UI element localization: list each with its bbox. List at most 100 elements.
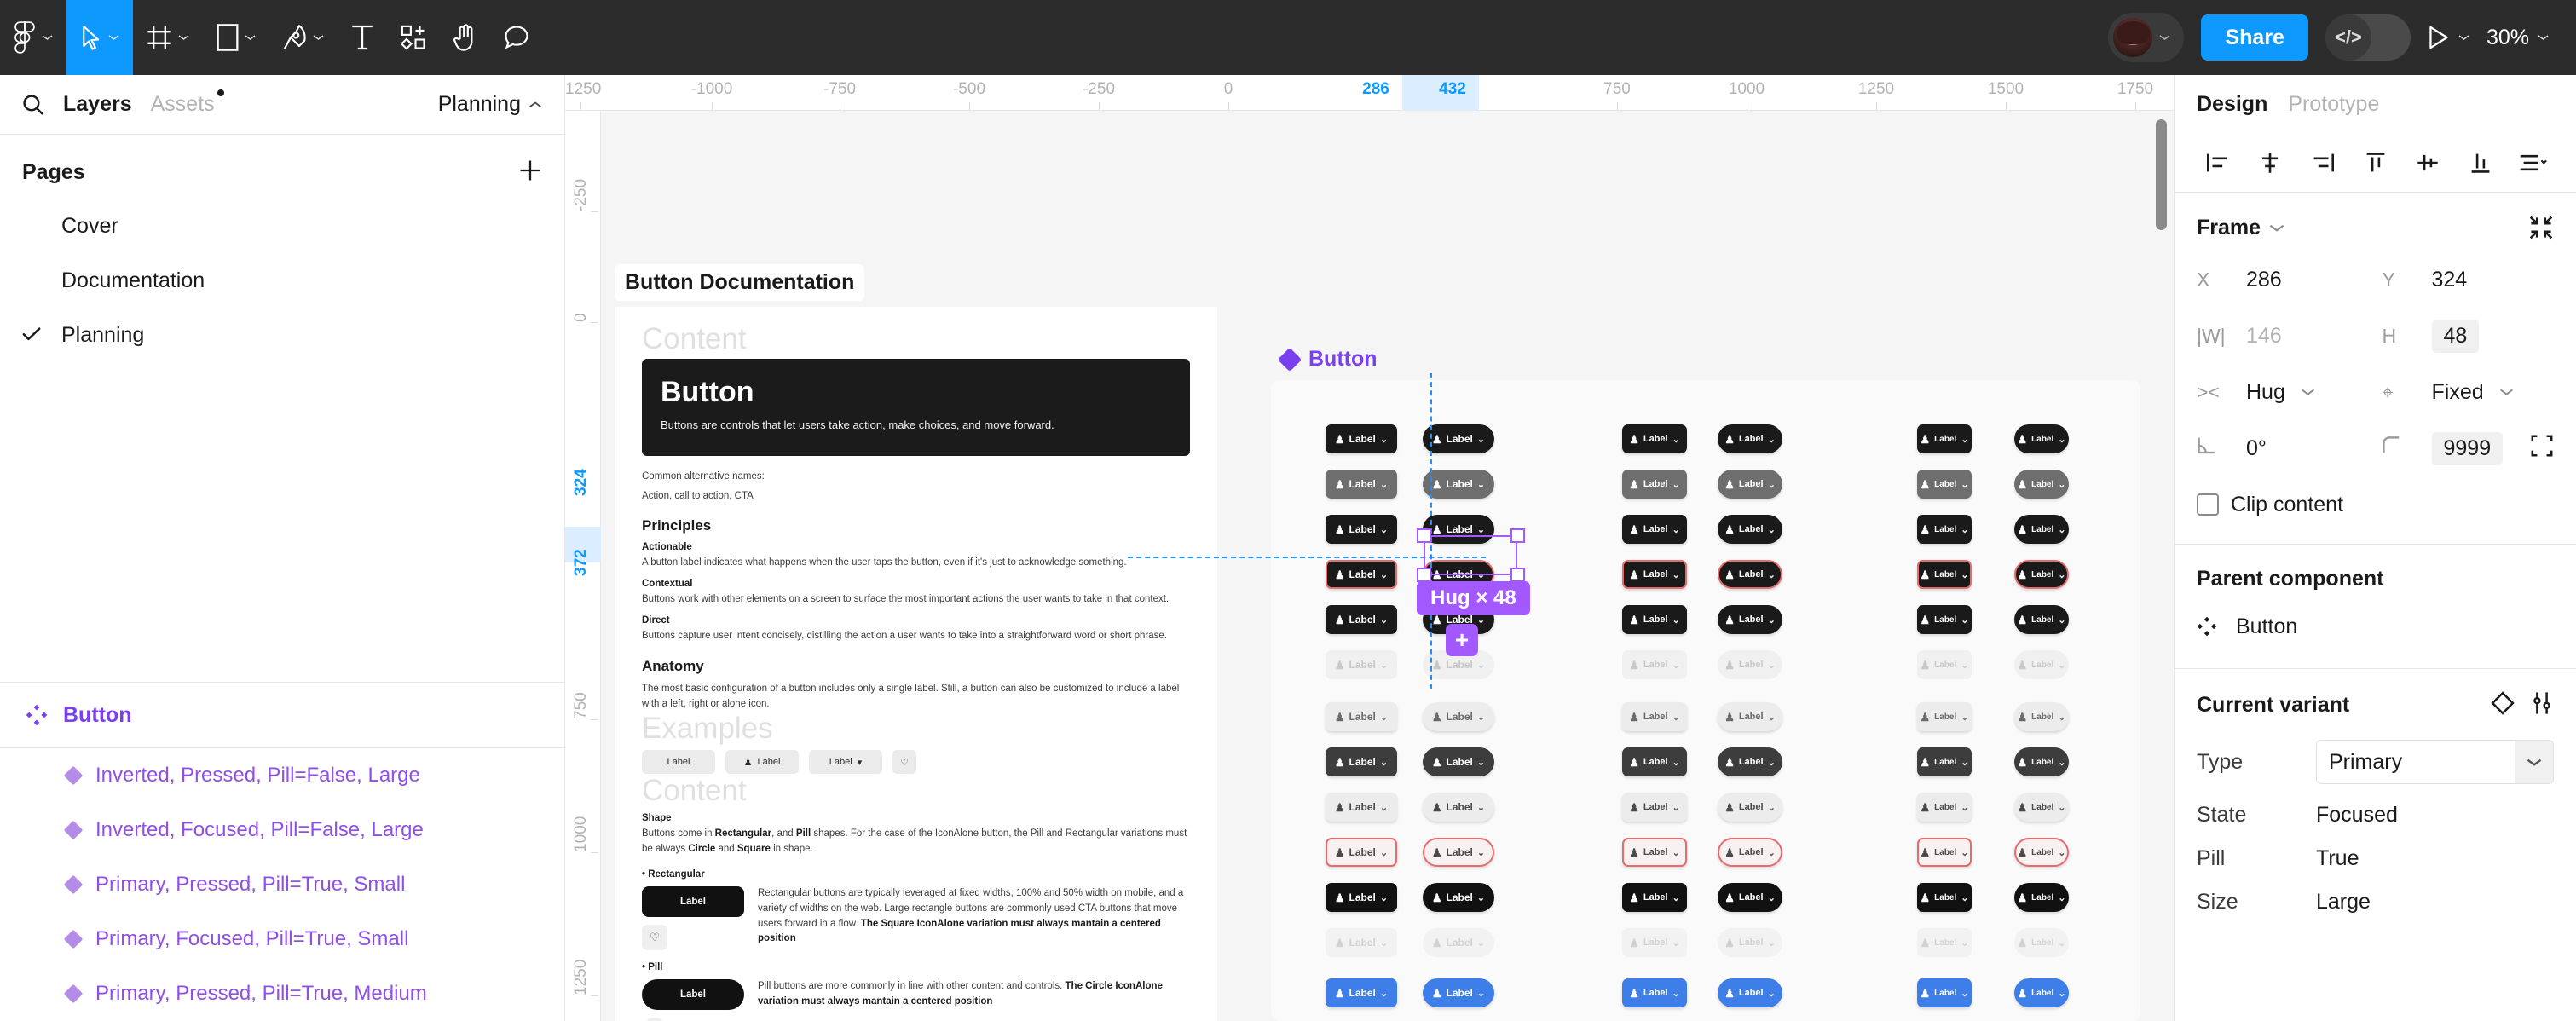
add-variant-button[interactable]: + [1446,624,1478,656]
component-tool-icon[interactable] [387,0,440,75]
rotation-property[interactable]: 0° [2197,430,2369,467]
share-button[interactable]: Share [2201,14,2308,61]
variant-button[interactable]: ♟ Label ⌄ [2014,560,2069,589]
align-top-icon[interactable] [2349,143,2402,182]
corner-radius-property[interactable]: 9999 [2382,430,2555,467]
example-button[interactable]: ♟ Label [725,750,799,775]
horizontal-resize-property[interactable]: >< Hug [2197,373,2369,411]
variant-button[interactable]: ♟ Label ⌄ [1718,515,1782,544]
variant-button[interactable]: ♟ Label ⌄ [1917,470,1972,499]
layer-variant[interactable]: Primary, Pressed, Pill=True, Small [0,857,564,912]
layer-variant[interactable]: Primary, Focused, Pill=True, Small [0,912,564,966]
variant-select-type[interactable]: Primary [2316,740,2554,784]
variant-button[interactable]: ♟ Label ⌄ [1423,702,1494,731]
variant-button[interactable]: ♟ Label ⌄ [1718,702,1782,731]
design-canvas[interactable]: Button Documentation Content Button Butt… [565,75,2174,1021]
variant-button[interactable]: ♟ Label ⌄ [1622,702,1687,731]
variant-button[interactable]: ♟ Label ⌄ [1917,515,1972,544]
variant-button[interactable]: ♟ Label ⌄ [1718,978,1782,1007]
variant-button[interactable]: ♟ Label ⌄ [1917,928,1972,957]
variant-button[interactable]: ♟ Label ⌄ [1326,838,1397,867]
variant-button[interactable]: ♟ Label ⌄ [1917,978,1972,1007]
variant-button[interactable]: ♟ Label ⌄ [2014,515,2069,544]
layer-variant[interactable]: Inverted, Focused, Pill=False, Large [0,803,564,857]
height-property[interactable]: H 48 [2383,317,2555,355]
diamond-icon[interactable] [2491,691,2515,719]
zoom-control[interactable]: 30% [2486,26,2549,50]
variant-button[interactable]: ♟ Label ⌄ [2014,978,2069,1007]
variant-button[interactable]: ♟ Label ⌄ [1622,470,1687,499]
page-item-planning[interactable]: Planning [0,308,564,362]
chevron-down-icon[interactable] [2269,223,2284,233]
variant-value-size[interactable]: Large [2316,890,2554,914]
variant-button[interactable]: ♟ Label ⌄ [1718,838,1782,867]
variant-button[interactable]: ♟ Label ⌄ [2014,793,2069,822]
variant-button[interactable]: ♟ Label ⌄ [1718,928,1782,957]
clip-content-checkbox[interactable] [2197,493,2219,516]
variant-button[interactable]: ♟ Label ⌄ [1622,747,1687,776]
variant-button[interactable]: ♟ Label ⌄ [1326,793,1397,822]
sliders-icon[interactable] [2530,691,2554,719]
ruler-horizontal[interactable]: -1250 -1000 -750 -500 -250 0 286 432 750 1000 1250… [565,75,2174,111]
text-tool-icon[interactable] [338,0,387,75]
variant-button[interactable]: ♟ Label ⌄ [1718,883,1782,912]
layer-component-button[interactable]: Button [0,683,564,747]
variant-button[interactable]: ♟ Label ⌄ [1718,793,1782,822]
variant-value-state[interactable]: Focused [2316,803,2554,828]
rectangular-button[interactable]: Label [642,886,744,918]
variant-button[interactable]: ♟ Label ⌄ [1622,515,1687,544]
example-button[interactable]: Label [642,750,715,775]
distribute-icon[interactable] [2506,143,2559,182]
tab-prototype[interactable]: Prototype [2288,92,2379,117]
variant-button[interactable]: ♟ Label ⌄ [1622,424,1687,453]
variant-button[interactable]: ♟ Label ⌄ [1622,838,1687,867]
variant-button[interactable]: ♟ Label ⌄ [1917,883,1972,912]
user-avatar-menu[interactable] [2108,13,2185,62]
variant-button[interactable]: ♟ Label ⌄ [1326,424,1397,453]
variant-button[interactable]: ♟ Label ⌄ [1622,978,1687,1007]
variant-button[interactable]: ♟ Label ⌄ [1423,883,1494,912]
pill-button[interactable]: Label [642,979,744,1011]
variant-button[interactable]: ♟ Label ⌄ [1718,747,1782,776]
variant-button[interactable]: ♟ Label ⌄ [1423,424,1494,453]
variant-button[interactable]: ♟ Label ⌄ [1718,470,1782,499]
variant-button[interactable]: ♟ Label ⌄ [1326,650,1397,679]
align-left-icon[interactable] [2192,143,2244,182]
x-property[interactable]: X 286 [2197,261,2369,298]
variant-button[interactable]: ♟ Label ⌄ [2014,928,2069,957]
figma-logo-icon[interactable] [0,0,66,75]
collapse-icon[interactable] [2528,215,2554,240]
variant-button[interactable]: ♟ Label ⌄ [1718,424,1782,453]
variant-button[interactable]: ♟ Label ⌄ [2014,470,2069,499]
variant-button[interactable]: ♟ Label ⌄ [1917,702,1972,731]
variant-button[interactable]: ♟ Label ⌄ [1718,560,1782,589]
variant-button[interactable]: ♟ Label ⌄ [1622,928,1687,957]
layer-variant[interactable]: Inverted, Pressed, Pill=False, Large [0,748,564,803]
shape-tool-icon[interactable] [203,0,269,75]
variant-button[interactable]: ♟ Label ⌄ [1622,560,1687,589]
variant-button[interactable]: ♟ Label ⌄ [1423,470,1494,499]
present-button[interactable] [2428,26,2469,49]
variant-button[interactable]: ♟ Label ⌄ [2014,702,2069,731]
variant-button[interactable]: ♟ Label ⌄ [1423,928,1494,957]
variant-button[interactable]: ♟ Label ⌄ [1622,650,1687,679]
hand-tool-icon[interactable] [440,0,491,75]
independent-corners-icon[interactable] [2530,434,2554,464]
align-horizontal-center-icon[interactable] [2244,143,2297,182]
tab-design[interactable]: Design [2197,92,2267,117]
move-tool-icon[interactable] [66,0,133,75]
variant-value-pill[interactable]: True [2316,846,2554,871]
variant-button[interactable]: ♟ Label ⌄ [1917,605,1972,634]
variant-button[interactable]: ♟ Label ⌄ [1622,793,1687,822]
tab-layers[interactable]: Layers [63,92,132,117]
parent-component-row[interactable]: Button [2197,605,2554,648]
circle-iconalone-button[interactable]: ✓ [642,1018,667,1021]
variant-button[interactable]: ♟ Label ⌄ [1326,883,1397,912]
variant-button[interactable]: ♟ Label ⌄ [1423,838,1494,867]
frame-label-button-component[interactable]: Button [1271,341,1388,378]
layer-variant[interactable]: Primary, Pressed, Pill=True, Medium [0,966,564,1021]
example-button[interactable]: Label ▾ [809,750,882,775]
variant-button[interactable]: ♟ Label ⌄ [1718,605,1782,634]
variant-button[interactable]: ♟ Label ⌄ [1622,605,1687,634]
frame-tool-icon[interactable] [133,0,203,75]
